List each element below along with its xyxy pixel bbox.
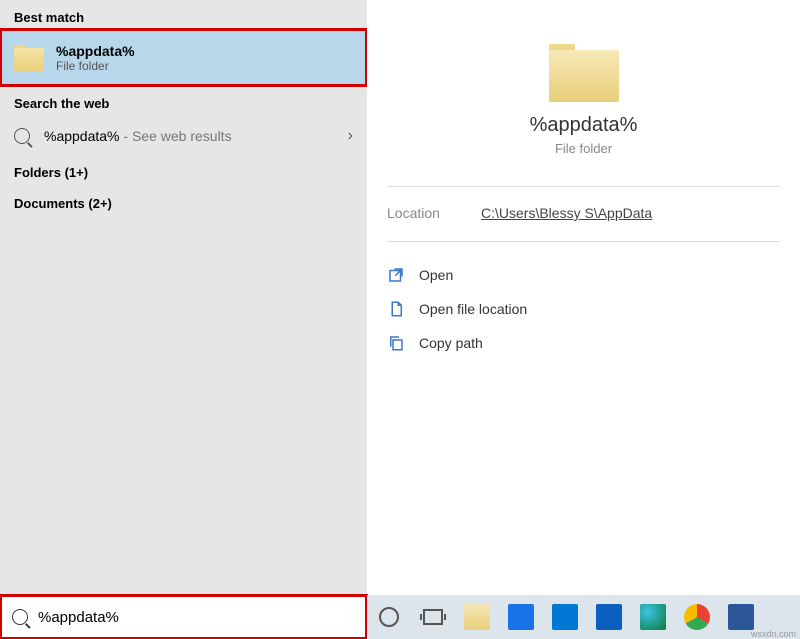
divider	[387, 186, 780, 187]
search-icon	[12, 609, 28, 625]
chrome-icon[interactable]	[683, 603, 711, 631]
copy-path-label: Copy path	[419, 335, 483, 351]
best-match-subtitle: File folder	[56, 59, 135, 73]
search-box[interactable]	[0, 595, 367, 639]
open-file-location-action[interactable]: Open file location	[367, 292, 800, 326]
open-file-location-label: Open file location	[419, 301, 527, 317]
documents-category[interactable]: Documents (2+)	[0, 188, 367, 219]
chevron-right-icon[interactable]: ›	[348, 127, 353, 145]
open-action[interactable]: Open	[367, 258, 800, 292]
preview-panel: %appdata% File folder Location C:\Users\…	[367, 0, 800, 595]
edge-legacy-icon[interactable]	[595, 603, 623, 631]
file-location-icon	[387, 300, 405, 318]
copy-path-action[interactable]: Copy path	[367, 326, 800, 360]
search-web-header: Search the web	[0, 86, 367, 115]
task-view-icon[interactable]	[419, 603, 447, 631]
folders-category[interactable]: Folders (1+)	[0, 157, 367, 188]
best-match-result[interactable]: %appdata% File folder	[0, 29, 367, 86]
web-result[interactable]: %appdata% - See web results ›	[0, 115, 367, 157]
copy-icon	[387, 334, 405, 352]
folder-icon-large	[549, 44, 619, 102]
watermark: wsxdn.com	[751, 629, 796, 639]
best-match-title: %appdata%	[56, 43, 135, 59]
word-icon[interactable]	[727, 603, 755, 631]
open-icon	[387, 266, 405, 284]
search-results-panel: Best match %appdata% File folder Search …	[0, 0, 367, 595]
file-explorer-icon[interactable]	[463, 603, 491, 631]
location-label: Location	[387, 205, 481, 221]
folder-icon	[14, 45, 44, 71]
location-path[interactable]: C:\Users\Blessy S\AppData	[481, 205, 652, 221]
web-result-text: %appdata% - See web results	[44, 128, 232, 144]
mail-icon[interactable]	[507, 603, 535, 631]
search-input[interactable]	[38, 609, 355, 626]
cortana-icon[interactable]	[375, 603, 403, 631]
store-icon[interactable]	[551, 603, 579, 631]
open-label: Open	[419, 267, 453, 283]
best-match-header: Best match	[0, 0, 367, 29]
search-icon	[14, 128, 30, 144]
edge-icon[interactable]	[639, 603, 667, 631]
preview-title: %appdata%	[367, 114, 800, 137]
divider	[387, 241, 780, 242]
taskbar	[367, 595, 800, 639]
preview-subtitle: File folder	[367, 141, 800, 156]
